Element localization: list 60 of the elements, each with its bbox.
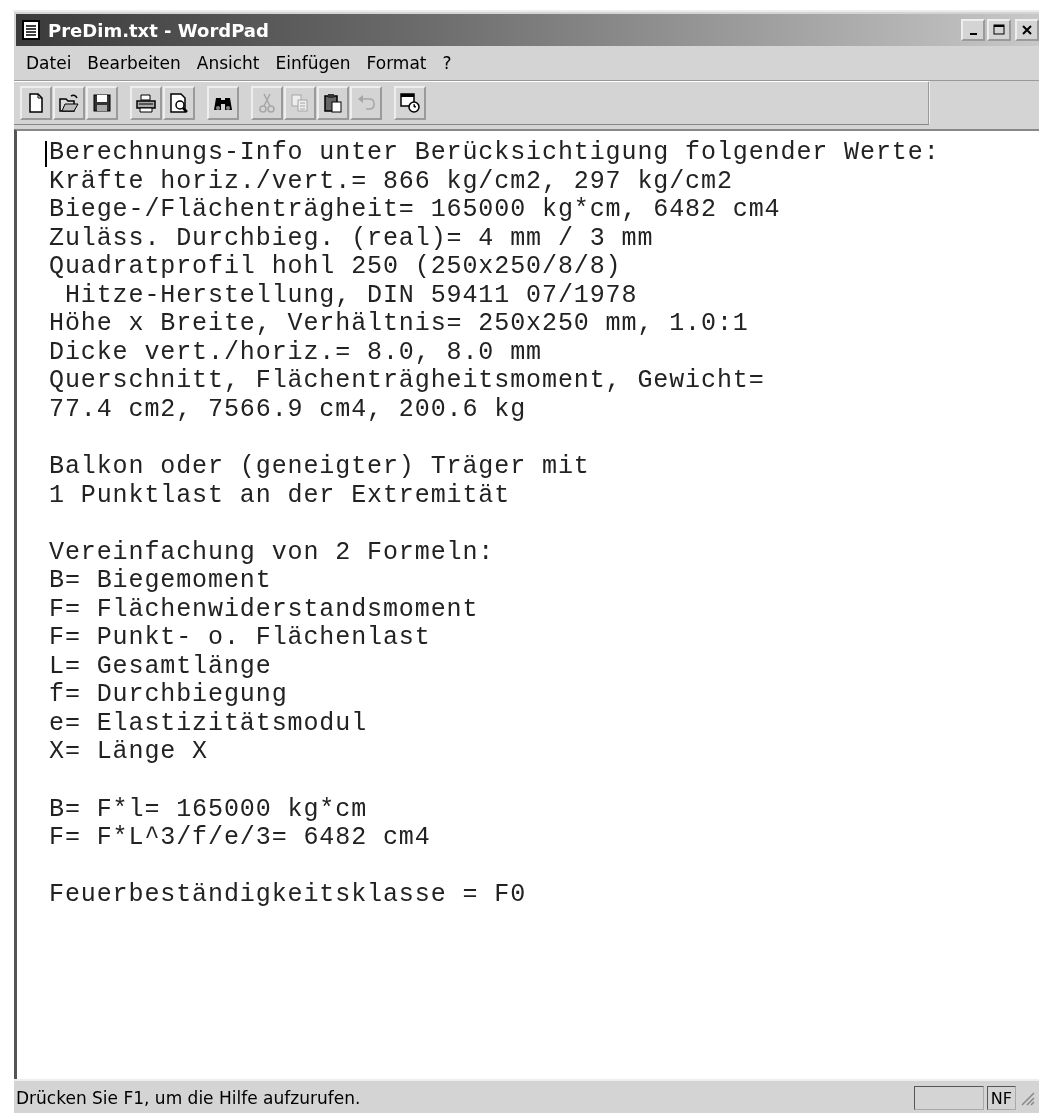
maximize-icon — [992, 23, 1006, 37]
menu-item[interactable]: Bearbeiten — [79, 53, 189, 73]
document-line: e= Elastizitätsmodul — [49, 709, 368, 739]
document-line: L= Gesamtlänge — [49, 652, 272, 682]
menu-item[interactable]: Einfügen — [267, 53, 359, 73]
minimize-button[interactable] — [961, 19, 985, 41]
document-line: Kräfte horiz./vert.= 866 kg/cm2, 297 kg/cm2 — [49, 167, 733, 197]
document-line: Biege-/Flächenträgheit= 165000 kg*cm, 6482 cm4 — [49, 196, 781, 225]
document-line: F= Punkt- o. Flächenlast — [49, 624, 431, 653]
status-pane — [913, 1086, 984, 1110]
document-line: Vereinfachung von 2 Formeln: — [49, 538, 495, 568]
close-button[interactable] — [1015, 19, 1039, 41]
new-document-button[interactable] — [20, 86, 52, 120]
page-magnifier-button[interactable] — [163, 86, 195, 120]
document-line: f= Durchbiegung — [49, 681, 288, 710]
notepad-icon — [22, 20, 40, 40]
document-line: Balkon oder (geneigter) Träger mit — [49, 453, 590, 482]
text-cursor — [45, 141, 47, 167]
status-text: Drücken Sie F1, um die Hilfe aufzurufen. — [16, 1088, 362, 1108]
document-line: X= Länge X — [49, 738, 209, 768]
new-document-icon — [26, 93, 46, 113]
document-line: Höhe x Breite, Verhältnis= 250x250 mm, 1.0:1 — [49, 310, 749, 339]
floppy-disk-button[interactable] — [86, 86, 118, 120]
status-indicator: NF — [986, 1086, 1016, 1110]
menu-item[interactable]: Ansicht — [188, 53, 268, 73]
folder-icon — [59, 93, 79, 113]
binoculars-button[interactable] — [207, 86, 239, 120]
menu-item[interactable]: Datei — [18, 53, 80, 73]
page-magnifier-icon — [169, 93, 189, 113]
document-line: Dicke vert./horiz.= 8.0, 8.0 mm — [49, 338, 542, 368]
minimize-icon — [969, 33, 977, 35]
document-line: Berechnungs-Info unter Berücksichtigung folgender Werte: — [49, 139, 940, 168]
printer-button[interactable] — [130, 86, 162, 120]
document-line: Hitze-Herstellung, DIN 59411 07/1978 — [63, 281, 638, 311]
document-line: F= Flächenwiderstandsmoment — [49, 595, 479, 625]
document-line: 77.4 cm2, 7566.9 cm4, 200.6 kg — [49, 395, 527, 425]
maximize-button[interactable] — [987, 19, 1011, 41]
clipboard-button[interactable] — [317, 86, 349, 120]
document-area[interactable] — [14, 129, 1039, 1079]
document-line: B= F*l= 165000 kg*cm — [49, 795, 368, 825]
document-line: 1 Punktlast an der Extremität — [49, 481, 511, 511]
document-line: Feuerbeständigkeitsklasse = F0 — [49, 881, 527, 910]
copy-icon — [290, 93, 310, 113]
calendar-clock-icon — [400, 93, 420, 113]
document-line: Zuläss. Durchbieg. (real)= 4 mm / 3 mm — [49, 224, 654, 254]
folder-button[interactable] — [53, 86, 85, 120]
menu-item[interactable]: Format — [358, 53, 435, 73]
clipboard-icon — [323, 93, 343, 113]
calendar-clock-button[interactable] — [394, 86, 426, 120]
close-icon — [1020, 23, 1034, 37]
resize-grip-icon[interactable] — [1019, 1090, 1035, 1106]
printer-icon — [136, 93, 156, 113]
scissors-icon — [257, 93, 277, 113]
undo-icon — [356, 93, 376, 113]
window-title: PreDim.txt - WordPad — [48, 19, 269, 41]
document-line: Quadratprofil hohl 250 (250x250/8/8) — [49, 253, 622, 282]
document-line: B= Biegemoment — [49, 567, 272, 596]
document-line: Querschnitt, Flächenträgheitsmoment, Gewicht= — [49, 367, 765, 396]
menu-item[interactable]: ? — [434, 53, 460, 73]
document-line: F= F*L^3/f/e/3= 6482 cm4 — [49, 824, 431, 853]
